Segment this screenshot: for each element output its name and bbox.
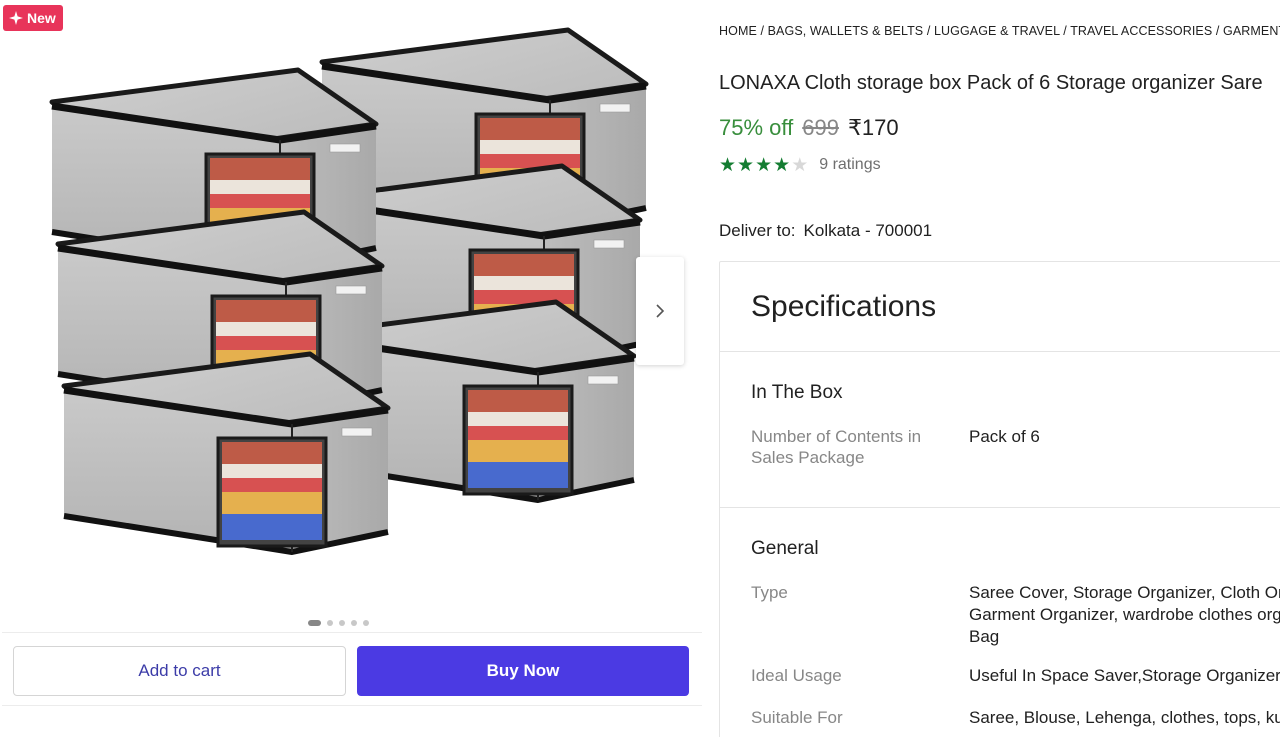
- purchase-action-bar: Add to cart Buy Now: [2, 632, 702, 706]
- carousel-dot[interactable]: [308, 620, 321, 626]
- deliver-to-label: Deliver to:: [719, 221, 796, 240]
- price-row: 75% off 699 ₹170: [719, 115, 899, 141]
- section-title: In The Box: [751, 382, 843, 403]
- spec-key: Suitable For: [751, 708, 843, 727]
- product-details: HOME / BAGS, WALLETS & BELTS / LUGGAGE &…: [719, 0, 1280, 737]
- chevron-right-icon: [656, 304, 665, 318]
- breadcrumb-item-bags[interactable]: BAGS, WALLETS & BELTS: [768, 24, 924, 38]
- star-icon: ★: [755, 154, 773, 176]
- breadcrumb: HOME / BAGS, WALLETS & BELTS / LUGGAGE &…: [719, 24, 1280, 38]
- star-empty-icon: ★: [791, 154, 809, 176]
- breadcrumb-item-home[interactable]: HOME: [719, 24, 757, 38]
- spec-value: Pack of 6: [969, 427, 1040, 446]
- rating-summary[interactable]: ★ ★ ★ ★ ★ 9 ratings: [719, 155, 881, 175]
- ratings-count[interactable]: 9 ratings: [819, 156, 880, 174]
- spec-row: Suitable For Saree, Blouse, Lehenga, clo…: [751, 707, 1280, 729]
- spec-section-in-the-box: In The Box Number of Contents in Sales P…: [720, 352, 1280, 508]
- product-title: LONAXA Cloth storage box Pack of 6 Stora…: [719, 72, 1263, 94]
- product-image[interactable]: [40, 8, 650, 606]
- carousel-dot[interactable]: [351, 620, 357, 626]
- spec-key: Number of Contents in Sales Package: [751, 427, 922, 467]
- breadcrumb-item-garment[interactable]: GARMENT CO: [1223, 24, 1280, 38]
- new-badge: New: [3, 5, 63, 31]
- spec-row: Type Saree Cover, Storage Organizer, Clo…: [751, 582, 1280, 648]
- specifications-title: Specifications: [751, 290, 937, 323]
- spec-value: Saree Cover, Storage Organizer, Cloth Or…: [969, 583, 1280, 646]
- product-gallery: New Add to cart Buy Now: [0, 0, 702, 737]
- new-badge-label: New: [27, 10, 56, 26]
- spec-value: Saree, Blouse, Lehenga, clothes, tops, k…: [969, 708, 1280, 727]
- star-icon: ★: [737, 154, 755, 176]
- add-to-cart-button[interactable]: Add to cart: [13, 646, 346, 696]
- spec-value: Useful In Space Saver,Storage Organizer,…: [969, 666, 1280, 685]
- image-carousel-dots: [308, 620, 369, 626]
- delivery-pincode[interactable]: Kolkata - 700001: [804, 221, 933, 240]
- breadcrumb-item-luggage[interactable]: LUGGAGE & TRAVEL: [934, 24, 1060, 38]
- spec-section-general: General Type Saree Cover, Storage Organi…: [720, 508, 1280, 729]
- spec-row: Number of Contents in Sales Package Pack…: [751, 426, 1280, 468]
- spec-key: Ideal Usage: [751, 666, 842, 685]
- breadcrumb-item-travel-accessories[interactable]: TRAVEL ACCESSORIES: [1070, 24, 1212, 38]
- spec-key: Type: [751, 583, 788, 602]
- spec-row: Ideal Usage Useful In Space Saver,Storag…: [751, 665, 1280, 687]
- carousel-dot[interactable]: [339, 620, 345, 626]
- specifications-header: Specifications: [720, 262, 1280, 352]
- star-rating: ★ ★ ★ ★ ★: [719, 155, 808, 175]
- star-icon: ★: [719, 154, 737, 176]
- selling-price: ₹170: [847, 115, 899, 140]
- star-icon: ★: [773, 154, 791, 176]
- delivery-location[interactable]: Deliver to: Kolkata - 700001: [719, 221, 932, 241]
- section-title: General: [751, 538, 819, 559]
- carousel-dot[interactable]: [363, 620, 369, 626]
- original-price: 699: [802, 115, 839, 140]
- sparkle-icon: [9, 11, 23, 25]
- next-image-button[interactable]: [636, 257, 684, 365]
- specifications-panel: Specifications In The Box Number of Cont…: [719, 261, 1280, 737]
- buy-now-button[interactable]: Buy Now: [357, 646, 689, 696]
- discount-percent: 75% off: [719, 115, 794, 140]
- carousel-dot[interactable]: [327, 620, 333, 626]
